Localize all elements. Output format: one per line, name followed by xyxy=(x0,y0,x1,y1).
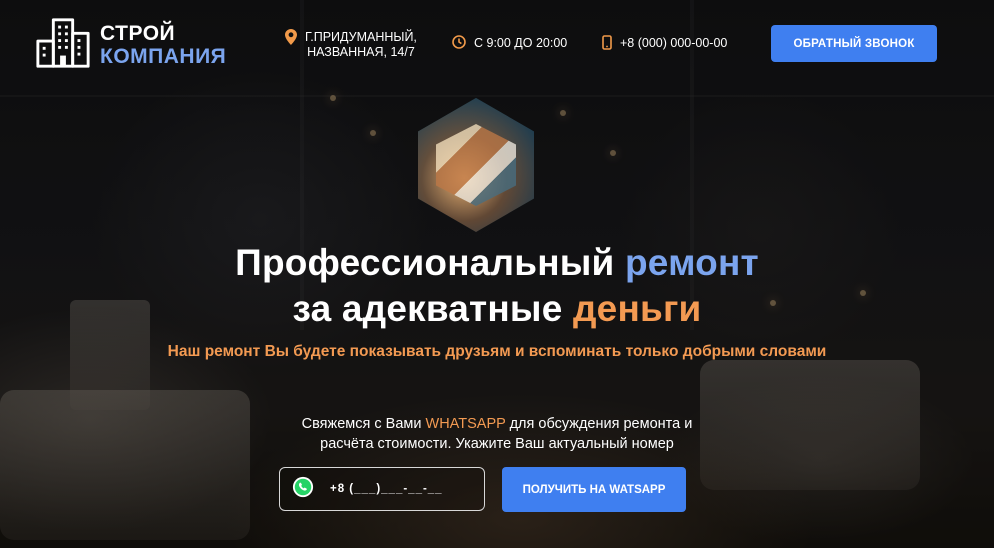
phone-number[interactable]: +8 (000) 000-00-00 xyxy=(620,36,727,50)
contact-description: Свяжемся с Вами WHATSAPP для обсуждения … xyxy=(0,414,994,454)
buildings-icon xyxy=(34,14,92,76)
address-info: Г.ПРИДУМАННЫЙ, НАЗВАННАЯ, 14/7 xyxy=(285,29,417,60)
contact-whatsapp-word: WHATSAPP xyxy=(425,416,506,432)
phone-info[interactable]: +8 (000) 000-00-00 xyxy=(602,35,727,53)
working-hours: С 9:00 ДО 20:00 xyxy=(452,35,568,52)
address-line1: Г.ПРИДУМАННЫЙ, xyxy=(305,30,417,44)
title-accent-money: деньги xyxy=(572,288,702,329)
callback-button[interactable]: ОБРАТНЫЙ ЗВОНОК xyxy=(771,25,937,62)
brand-name-line2: КОМПАНИЯ xyxy=(100,45,227,68)
location-pin-icon xyxy=(285,29,297,48)
title-accent-repair: ремонт xyxy=(624,242,759,283)
brand-logo[interactable]: СТРОЙ КОМПАНИЯ xyxy=(34,14,226,76)
brand-name-line1: СТРОЙ xyxy=(100,22,176,45)
hero-subtitle: Наш ремонт Вы будете показывать друзьям … xyxy=(167,343,827,360)
hero-title: Профессиональный ремонт за адекватные де… xyxy=(0,240,994,332)
smartphone-icon xyxy=(602,35,612,53)
phone-input[interactable] xyxy=(328,482,482,496)
title-part1: Профессиональный xyxy=(235,242,625,283)
whatsapp-phone-field[interactable] xyxy=(279,467,485,511)
contact-text-after: для обсуждения ремонта и xyxy=(505,416,693,432)
contact-text-before: Свяжемся с Вами xyxy=(301,416,426,432)
get-on-whatsapp-button[interactable]: ПОЛУЧИТЬ НА WATSAPP xyxy=(502,467,686,512)
contact-text-line2: расчёта стоимости. Укажите Ваш актуальны… xyxy=(320,436,674,452)
address-line2: НАЗВАННАЯ, 14/7 xyxy=(307,45,415,59)
title-part2: за адекватные xyxy=(292,288,573,329)
hours-text: С 9:00 ДО 20:00 xyxy=(474,36,568,50)
clock-icon xyxy=(452,35,466,52)
whatsapp-icon xyxy=(280,476,314,502)
